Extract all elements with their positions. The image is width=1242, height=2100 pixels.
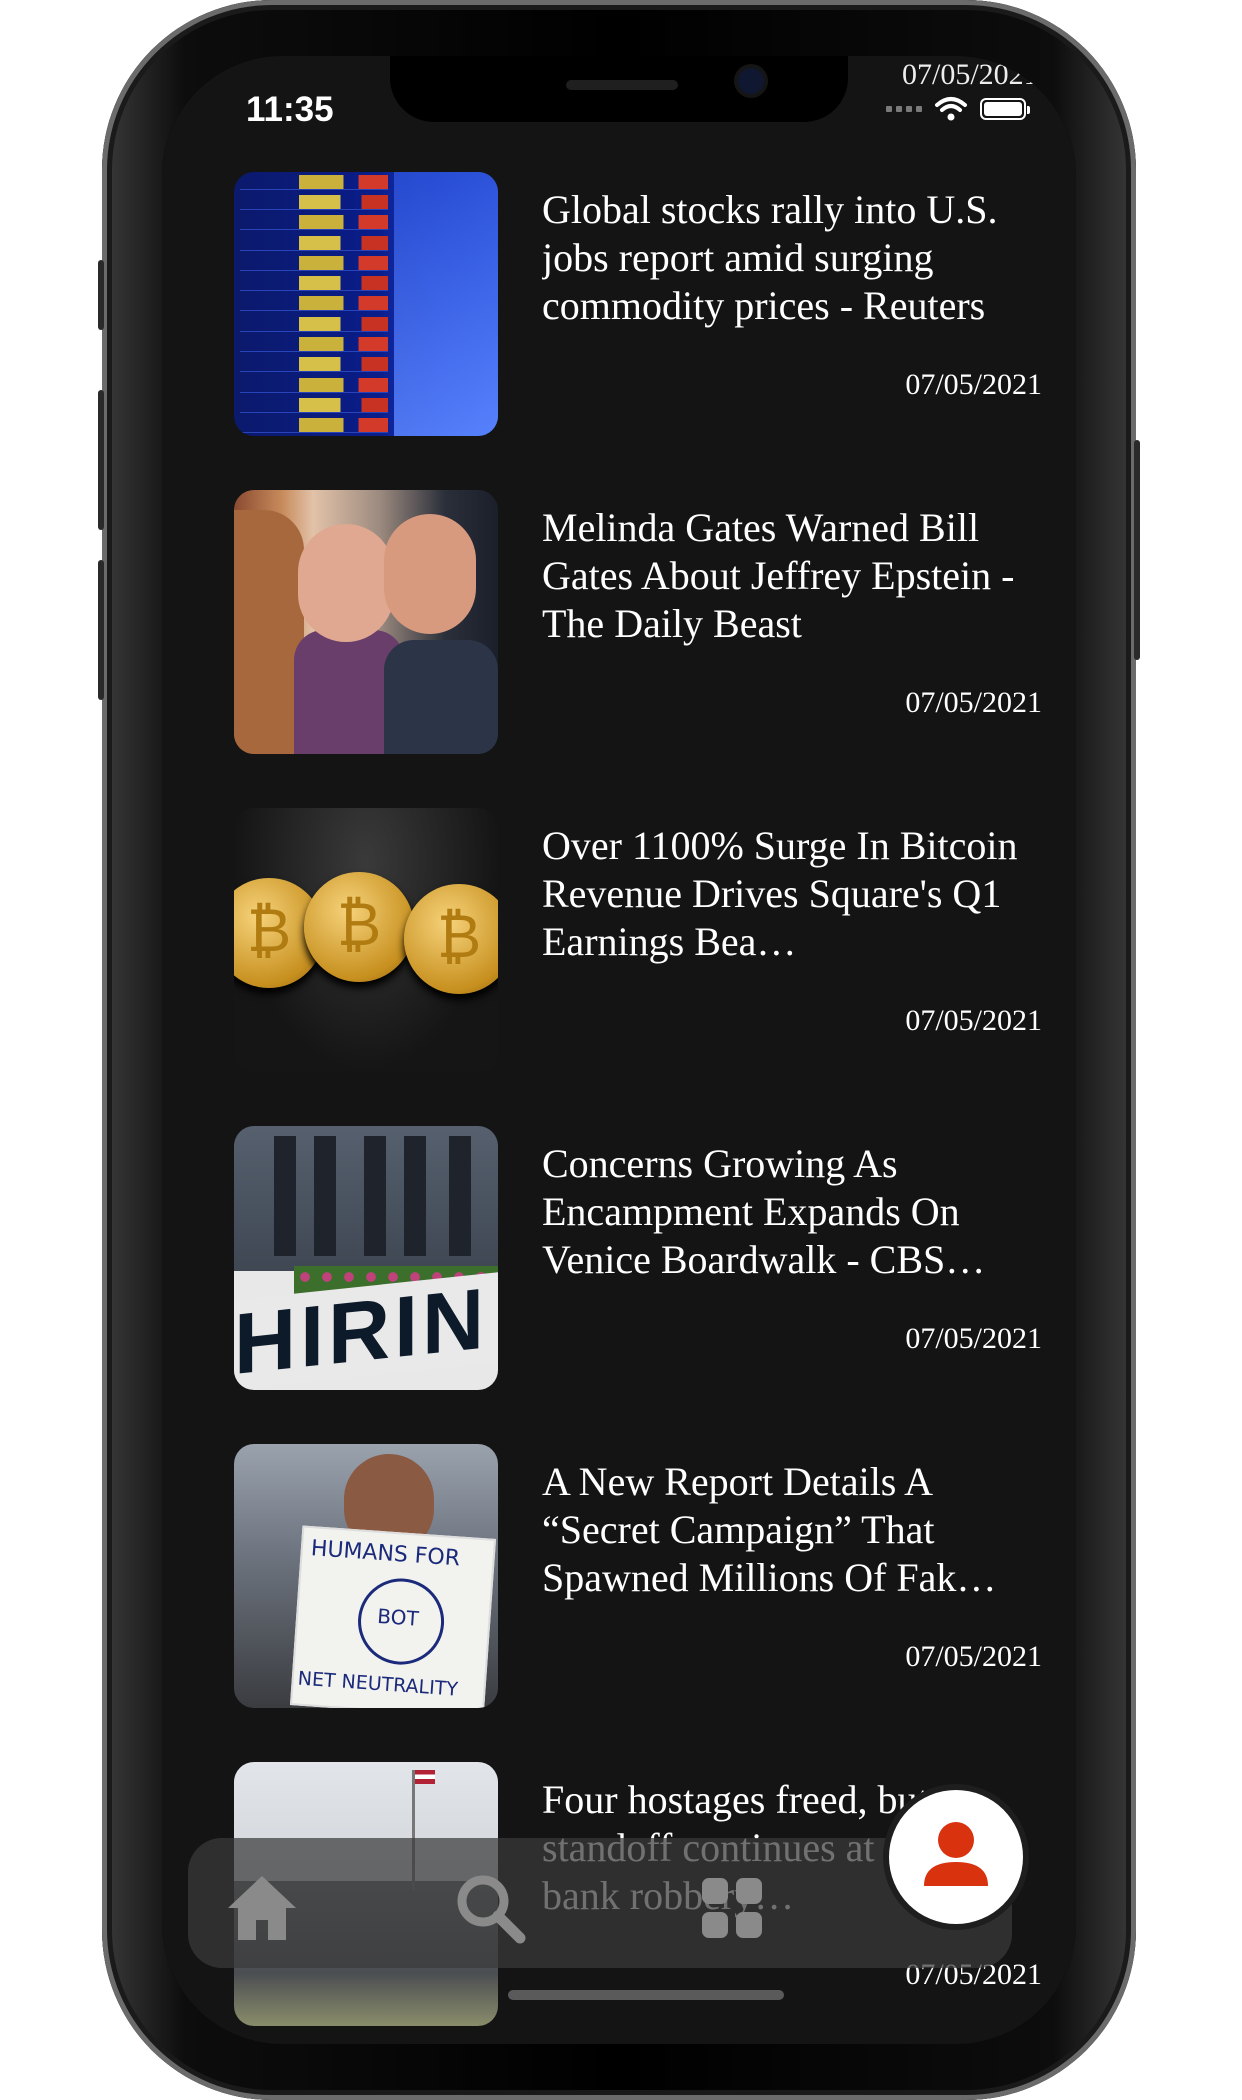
article-date: 07/05/2021: [905, 368, 1042, 401]
sign-text-bottom: NET NEUTRALITY: [297, 1667, 459, 1701]
home-icon[interactable]: [222, 1868, 302, 1948]
article-date: 07/05/2021: [905, 686, 1042, 719]
article-item[interactable]: HUMANS FOR BOT NET NEUTRALITY A New Repo…: [234, 1444, 1042, 1710]
notch: [390, 56, 848, 122]
sign-text-top: HUMANS FOR: [310, 1536, 461, 1572]
front-camera: [738, 68, 764, 94]
battery-icon: [980, 98, 1030, 120]
article-item[interactable]: Melinda Gates Warned Bill Gates About Je…: [234, 490, 1042, 756]
speaker-grille: [566, 80, 678, 90]
hiring-sign-building-image: HIRIN: [234, 1126, 498, 1390]
profile-button[interactable]: [889, 1790, 1023, 1924]
article-title[interactable]: Over 1100% Surge In Bitcoin Revenue Driv…: [542, 822, 1042, 966]
article-item[interactable]: Global stocks rally into U.S. jobs repor…: [234, 172, 1042, 438]
people-portrait-image: [234, 490, 498, 754]
home-indicator[interactable]: [508, 1990, 784, 2000]
article-item[interactable]: HIRIN Concerns Growing As Encampment Exp…: [234, 1126, 1042, 1392]
status-icons: [886, 96, 1030, 122]
phone-screen: 07/05/2021 Global stocks rally into U.S.…: [162, 56, 1076, 2044]
status-time: 11:35: [246, 90, 334, 129]
article-item[interactable]: Over 1100% Surge In Bitcoin Revenue Driv…: [234, 808, 1042, 1074]
mute-switch: [98, 260, 104, 330]
hiring-banner-text: HIRIN: [234, 1270, 498, 1390]
stock-board-image: [234, 172, 498, 436]
article-date: 07/05/2021: [905, 1640, 1042, 1673]
article-title[interactable]: Melinda Gates Warned Bill Gates About Je…: [542, 504, 1042, 648]
article-title[interactable]: Concerns Growing As Encampment Expands O…: [542, 1140, 1042, 1284]
article-date: 07/05/2021: [905, 1004, 1042, 1037]
bitcoin-coins-image: [234, 808, 498, 1072]
article-date: 07/05/2021: [905, 1322, 1042, 1355]
top-date: 07/05/2021: [902, 58, 1039, 91]
protest-sign-image: HUMANS FOR BOT NET NEUTRALITY: [234, 1444, 498, 1708]
volume-up-button: [98, 390, 104, 530]
grid-icon[interactable]: [692, 1868, 772, 1948]
signal-icon: [886, 106, 922, 112]
wifi-icon: [935, 97, 967, 121]
volume-down-button: [98, 560, 104, 700]
power-button: [1134, 440, 1140, 660]
article-title[interactable]: Global stocks rally into U.S. jobs repor…: [542, 186, 1042, 330]
search-icon[interactable]: [450, 1868, 530, 1948]
sign-text-bot: BOT: [376, 1603, 420, 1631]
news-feed[interactable]: 07/05/2021 Global stocks rally into U.S.…: [162, 56, 1076, 2044]
article-title[interactable]: A New Report Details A “Secret Campaign”…: [542, 1458, 1042, 1602]
profile-icon: [924, 1822, 988, 1886]
